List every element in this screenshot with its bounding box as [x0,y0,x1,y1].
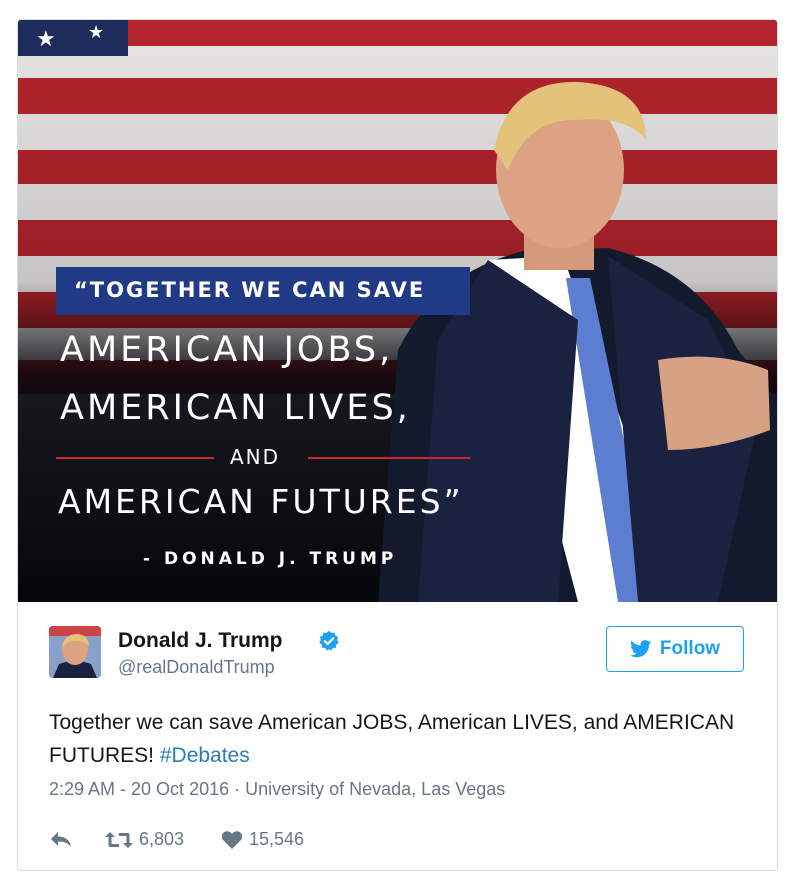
avatar[interactable] [49,626,101,678]
tweet-body: Donald J. Trump @realDonaldTrump Follow … [18,602,777,870]
follow-button-label: Follow [659,638,721,659]
quote-line-1: “TOGETHER WE CAN SAVE [74,278,426,302]
author-name[interactable]: Donald J. Trump [118,629,283,653]
like-button[interactable]: 15,546 [221,829,304,850]
tweet-image[interactable]: ★ ★ “TOGETHER WE CAN SAVE AMERICAN JOBS,… [18,20,777,602]
retweet-count: 6,803 [139,829,185,849]
hashtag-link[interactable]: #Debates [160,744,250,767]
quote-line-3: AMERICAN LIVES, [60,388,411,428]
reply-icon [51,832,71,847]
heart-icon [221,830,243,849]
quote-line-2: AMERICAN JOBS, [60,330,394,370]
divider-left [56,457,214,459]
twitter-bird-icon [629,640,652,658]
retweet-button[interactable]: 6,803 [105,829,184,850]
quote-line-4: AND [230,445,281,469]
timestamp-link[interactable]: 2:29 AM - 20 Oct 2016 [49,779,229,799]
quote-attribution: - DONALD J. TRUMP [143,549,398,569]
embedded-tweet-card: ★ ★ “TOGETHER WE CAN SAVE AMERICAN JOBS,… [17,19,778,871]
retweet-icon [105,831,133,848]
like-count: 15,546 [249,829,305,849]
verified-badge-icon [319,630,339,651]
divider-right [308,457,470,459]
meta-separator: · [229,779,246,799]
follow-button[interactable]: Follow [606,626,744,672]
tweet-text-content: Together we can save American JOBS, Amer… [49,711,735,767]
tweet-meta: 2:29 AM - 20 Oct 2016 · University of Ne… [49,779,505,800]
location-link[interactable]: University of Nevada, Las Vegas [245,779,505,799]
author-handle[interactable]: @realDonaldTrump [118,657,275,678]
tweet-text: Together we can save American JOBS, Amer… [49,706,749,772]
reply-button[interactable] [49,829,73,849]
quote-line-5: AMERICAN FUTURES” [58,482,464,521]
